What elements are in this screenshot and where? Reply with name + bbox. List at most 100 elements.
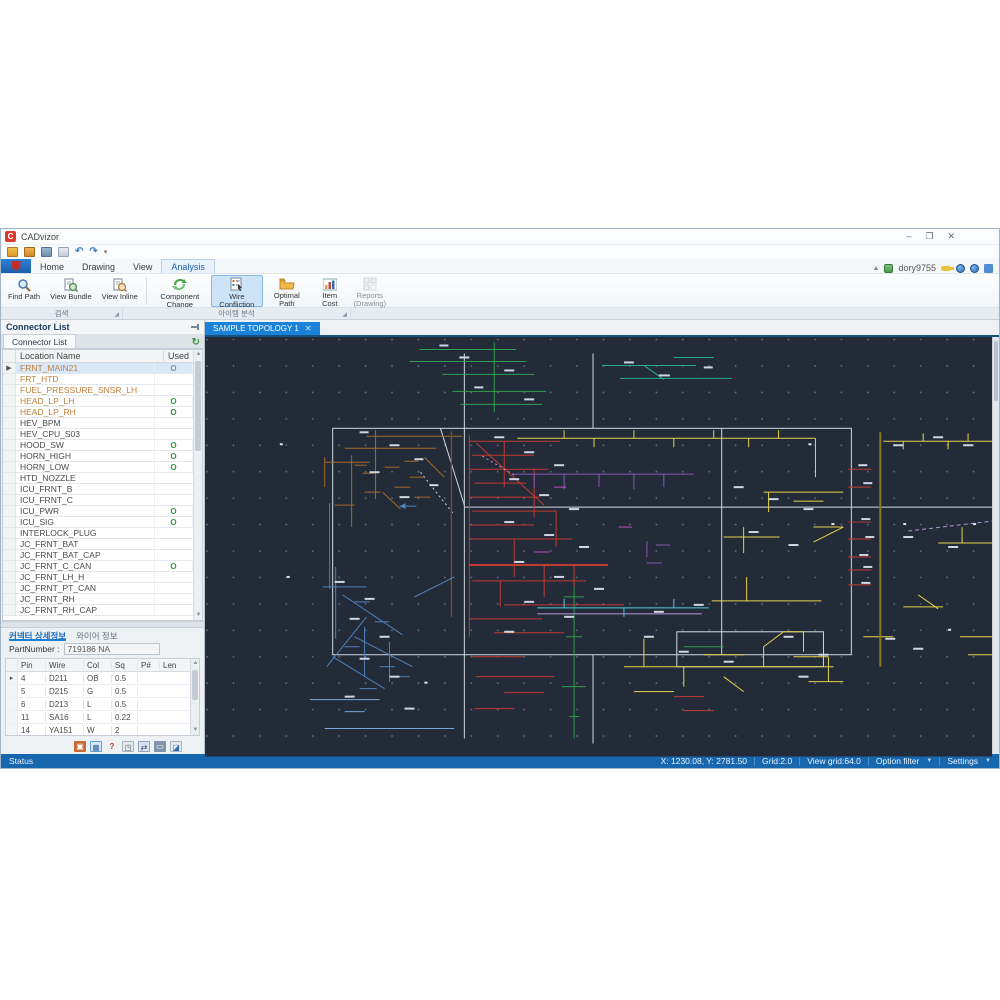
app-logo-icon: C — [5, 231, 16, 242]
close-button[interactable]: ✕ — [947, 231, 955, 242]
connector-row[interactable]: JC_FRNT_BAT_CAP — [3, 550, 193, 561]
reports-drawing-button[interactable]: Reports (Drawing) — [351, 275, 389, 308]
connector-row[interactable]: FUEL_PRESSURE_SNSR_LH — [3, 385, 193, 396]
column-header-col[interactable]: Col — [84, 660, 112, 670]
scroll-up-icon[interactable]: ▲ — [194, 350, 203, 359]
copy-icon[interactable] — [58, 247, 69, 257]
scroll-down-icon[interactable]: ▼ — [194, 611, 203, 620]
connector-row[interactable]: HTD_NOZZLE — [3, 473, 193, 484]
connector-row[interactable]: HEAD_LP_LH O — [3, 396, 193, 407]
connector-scrollbar[interactable]: ▲ ▼ — [193, 350, 202, 620]
component-icon[interactable]: ▣ — [74, 740, 86, 752]
dialog-launcher-icon[interactable]: ◢ — [114, 311, 119, 318]
key-icon[interactable] — [941, 265, 954, 271]
connector-row[interactable]: FRT_HTD — [3, 374, 193, 385]
column-header-location-name[interactable]: Location Name — [16, 350, 164, 362]
scroll-down-icon[interactable]: ▼ — [191, 726, 199, 735]
connector-row[interactable]: JC_FRNT_BAT — [3, 539, 193, 550]
wire-row[interactable]: 6 D213 L 0.5 — [6, 698, 199, 711]
monitor-icon[interactable]: ▭ — [154, 740, 166, 752]
tab-view[interactable]: View — [124, 260, 161, 273]
export-icon[interactable]: ◳ — [122, 740, 134, 752]
column-header-wire[interactable]: Wire — [46, 660, 84, 670]
wire-confliction-analysis-button[interactable]: Wire Confliction Analysis — [210, 275, 263, 317]
help-red-icon[interactable]: ? — [106, 741, 118, 752]
component-change-simulation-button[interactable]: Component Change Simulation — [151, 275, 209, 317]
help-icon[interactable] — [984, 263, 993, 273]
part-number-field[interactable]: 719186 NA — [63, 643, 160, 655]
globe2-icon[interactable] — [970, 263, 979, 273]
tab-connector-detail[interactable]: 커넥터 상세정보 — [9, 630, 67, 641]
minimize-button[interactable]: – — [906, 231, 911, 242]
connector-row[interactable]: HEV_BPM — [3, 418, 193, 429]
close-tab-icon[interactable]: ✕ — [305, 324, 312, 333]
connector-row[interactable]: JC_FRNT_RH — [3, 594, 193, 605]
connector-row[interactable]: ICU_PWR O — [3, 506, 193, 517]
connector-list-tab[interactable]: Connector List — [3, 334, 76, 348]
document-tab-sample-topology[interactable]: SAMPLE TOPOLOGY 1 ✕ — [205, 322, 320, 335]
row-marker — [3, 528, 16, 538]
restore-button[interactable]: ❐ — [925, 231, 933, 242]
tab-analysis[interactable]: Analysis — [161, 259, 215, 273]
view-grid-setting[interactable]: View grid:64.0 — [807, 756, 861, 766]
column-header-pin[interactable]: Pin — [18, 660, 46, 670]
tab-drawing[interactable]: Drawing — [73, 260, 124, 273]
optimal-path-report-button[interactable]: Optimal Path Report — [265, 275, 309, 316]
connector-row[interactable]: ICU_FRNT_B — [3, 484, 193, 495]
connector-row[interactable]: HOOD_SW O — [3, 440, 193, 451]
tab-home[interactable]: Home — [31, 260, 73, 273]
panel-splitter[interactable] — [1, 621, 204, 628]
table-grid-icon[interactable]: ▦ — [90, 740, 102, 752]
connector-row[interactable]: HEV_CPU_S03 — [3, 429, 193, 440]
wire-row[interactable]: 14 YA151 W 2 — [6, 724, 199, 735]
wire-cell: SA16 — [46, 712, 84, 722]
grid-setting[interactable]: Grid:2.0 — [762, 756, 792, 766]
qat-dropdown-caret-icon[interactable]: ▾ — [104, 248, 108, 256]
app-menu-button[interactable] — [1, 259, 31, 273]
connector-row[interactable]: HORN_LOW O — [3, 462, 193, 473]
view-inline-button[interactable]: View Inline — [98, 275, 142, 307]
row-marker — [3, 495, 16, 505]
connector-row[interactable]: JC_FRNT_PT_CAN — [3, 583, 193, 594]
wire-row[interactable]: ▸ 4 D211 OB 0.5 — [6, 672, 199, 685]
wire-table-scrollbar[interactable]: ▲ ▼ — [190, 659, 199, 735]
connector-row[interactable]: JC_FRNT_RH_CAP — [3, 605, 193, 616]
swap-icon[interactable]: ⇄ — [138, 740, 150, 752]
connector-row[interactable]: HORN_HIGH O — [3, 451, 193, 462]
connector-name: JC_FRNT_BAT_CAP — [16, 550, 155, 560]
topology-canvas[interactable] — [205, 337, 999, 757]
connector-row[interactable]: JC_FRNT_LH_H — [3, 572, 193, 583]
undo-icon[interactable]: ↶ — [75, 247, 83, 257]
row-marker — [3, 385, 16, 395]
item-cost-analysis-button[interactable]: Item Cost Analysis — [311, 275, 349, 316]
pin-icon[interactable] — [191, 323, 199, 331]
connector-row[interactable]: HEAD_LP_RH O — [3, 407, 193, 418]
chart-link-icon[interactable]: ◪ — [170, 740, 182, 752]
option-filter-menu[interactable]: Option filter — [876, 756, 919, 766]
view-bundle-button[interactable]: View Bundle — [46, 275, 96, 307]
open-image-icon[interactable] — [24, 247, 35, 257]
row-marker — [6, 698, 18, 710]
scroll-up-icon[interactable]: ▲ — [191, 659, 199, 668]
redo-icon[interactable]: ↷ — [89, 247, 97, 257]
canvas-scrollbar[interactable] — [992, 337, 999, 754]
globe-icon[interactable] — [956, 263, 965, 273]
connector-row[interactable]: ICU_SIG O — [3, 517, 193, 528]
column-header-p[interactable]: P# — [138, 660, 160, 670]
collapse-ribbon-icon[interactable]: ▲ — [873, 265, 880, 272]
wire-row[interactable]: 5 D215 G 0.5 — [6, 685, 199, 698]
find-path-button[interactable]: Find Path — [4, 275, 44, 307]
open-folder-icon[interactable] — [7, 247, 18, 257]
dialog-launcher-icon[interactable]: ◢ — [342, 311, 347, 318]
settings-menu[interactable]: Settings — [947, 756, 978, 766]
column-header-sq[interactable]: Sq — [112, 660, 138, 670]
connector-row[interactable]: INTERLOCK_PLUG — [3, 528, 193, 539]
ribbon: Find Path View Bundle View Inline Compon… — [1, 273, 999, 317]
wire-row[interactable]: 11 SA16 L 0.22 — [6, 711, 199, 724]
refresh-icon[interactable]: ↻ — [192, 338, 200, 348]
connector-row[interactable]: ICU_FRNT_C — [3, 495, 193, 506]
connector-row[interactable]: JC_FRNT_C_CAN O — [3, 561, 193, 572]
connector-row[interactable]: ▶ FRNT_MAIN21 O — [3, 363, 193, 374]
tab-wire-info[interactable]: 와이어 정보 — [76, 630, 117, 641]
save-icon[interactable] — [41, 247, 52, 257]
